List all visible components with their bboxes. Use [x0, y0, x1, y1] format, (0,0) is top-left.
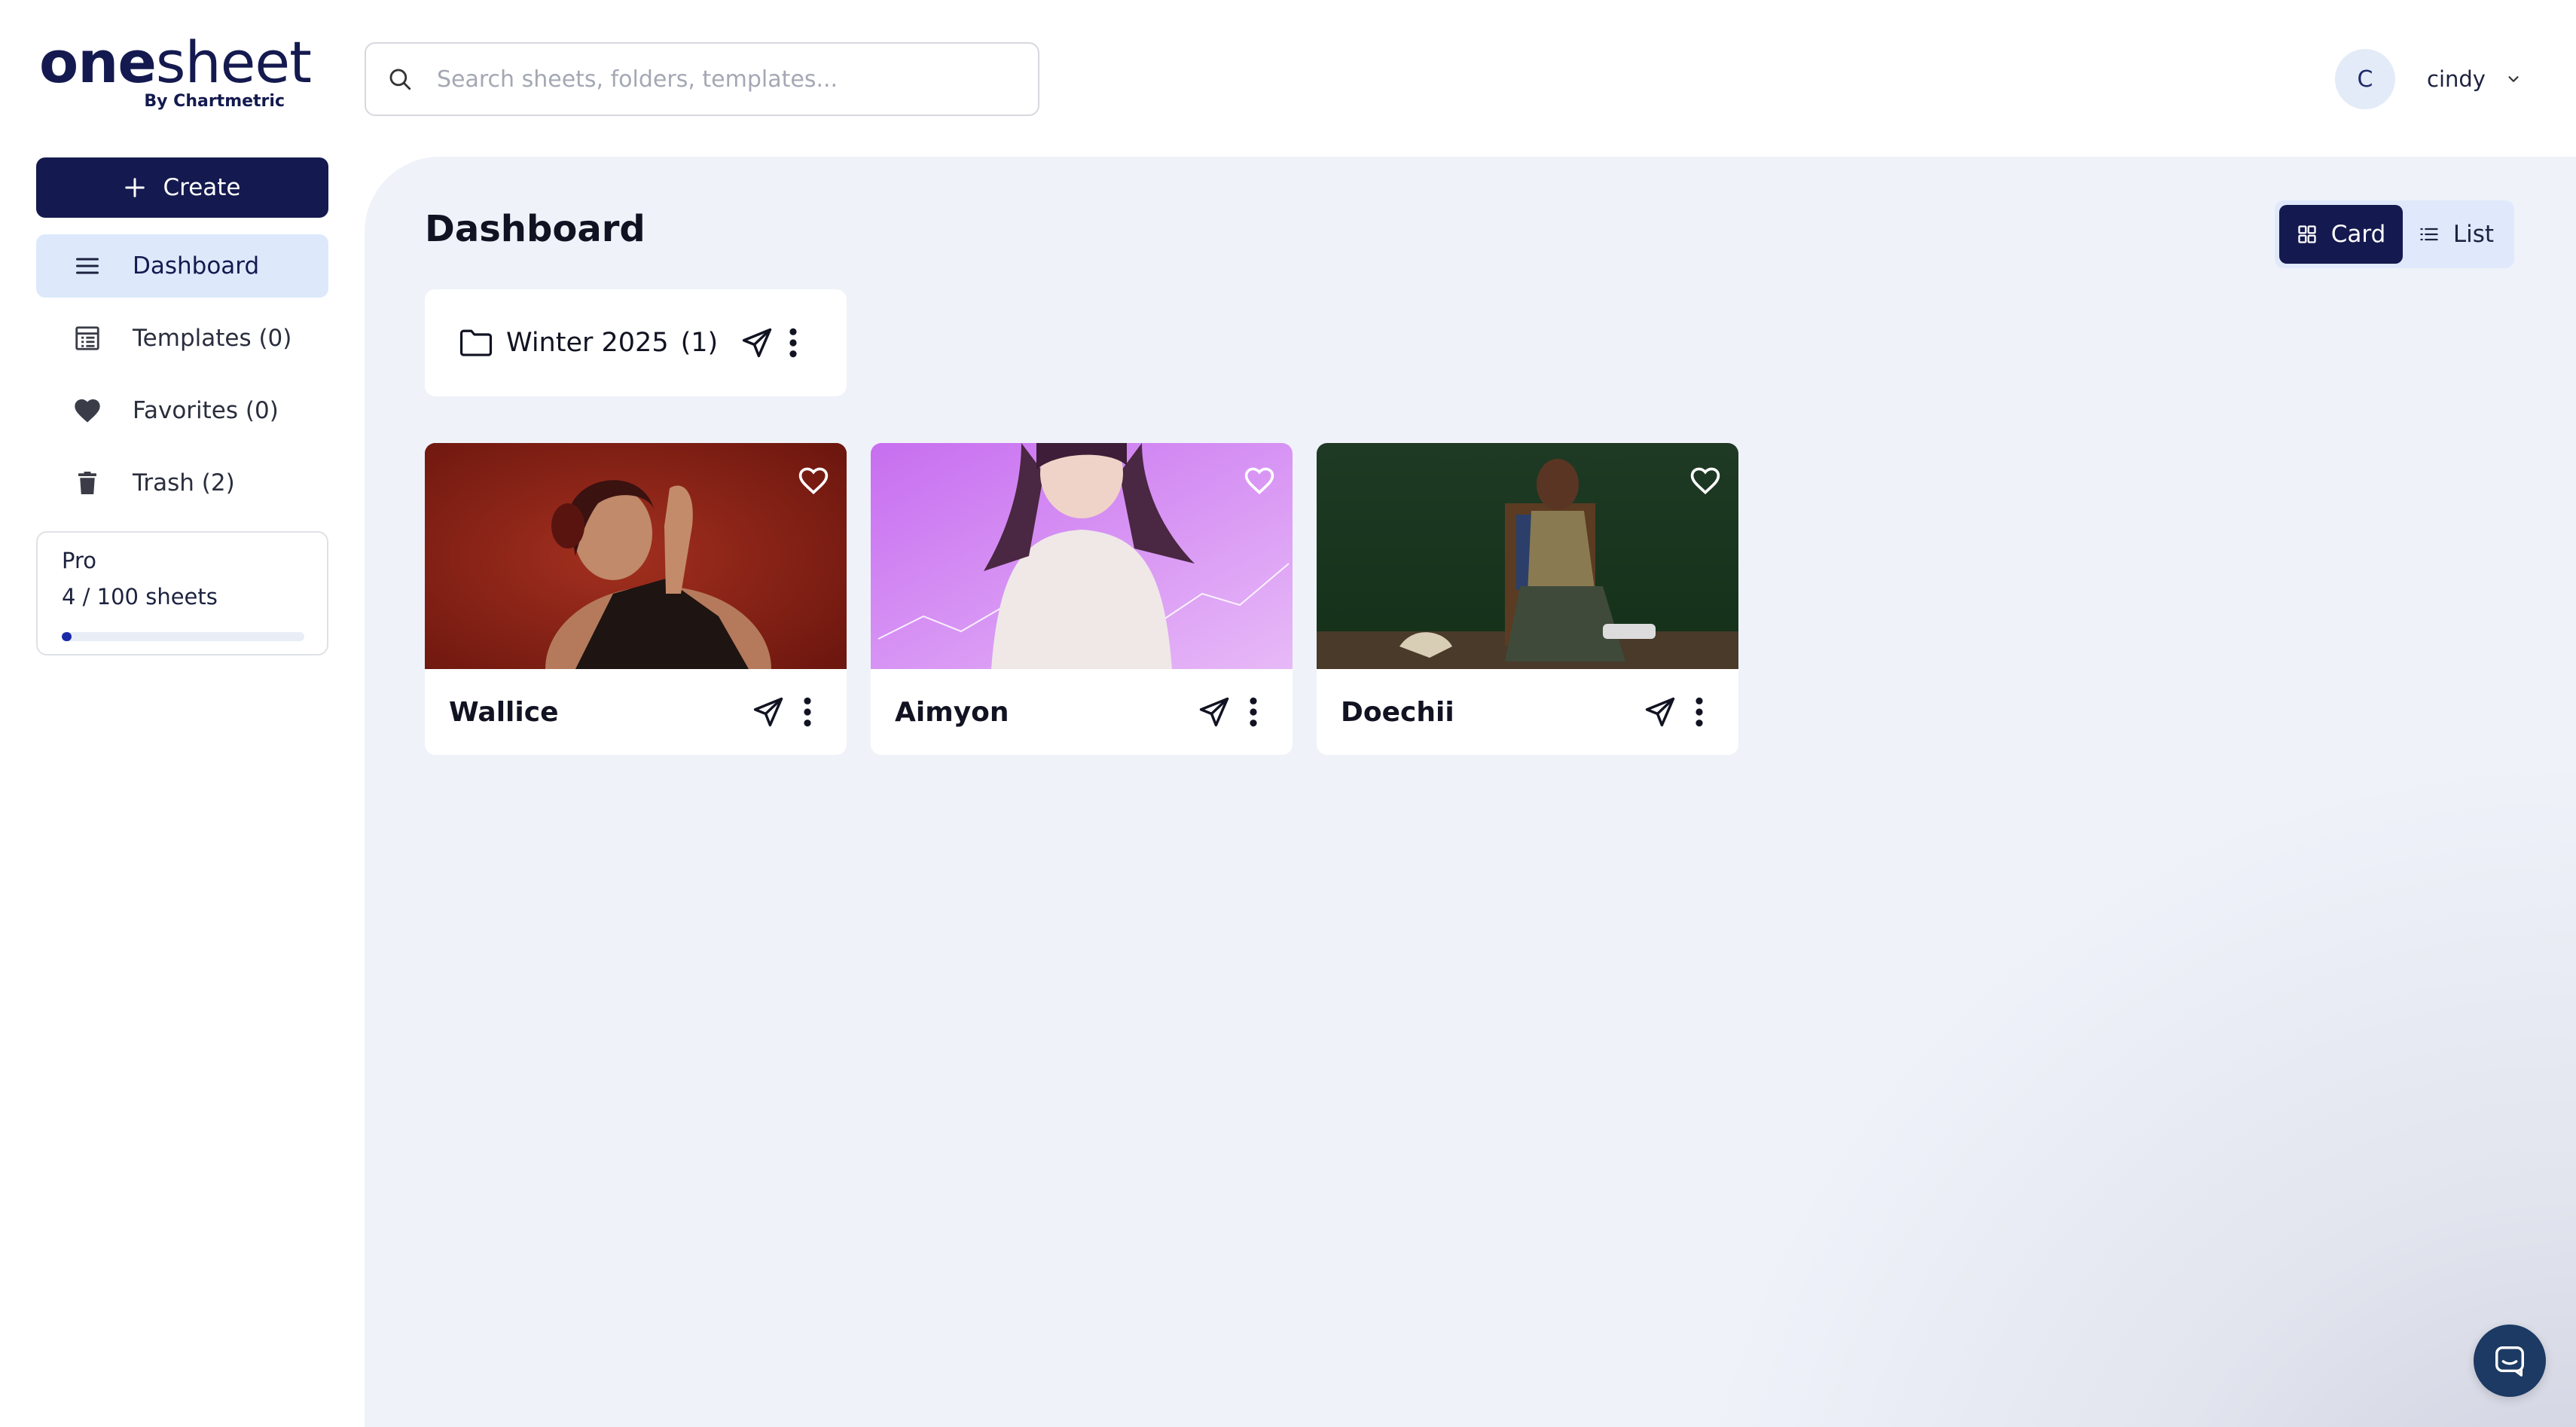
sheet-card[interactable]: Doechii [1317, 443, 1738, 755]
logo-word-bold: one [39, 29, 157, 96]
sidebar-item-favorites[interactable]: Favorites (0) [36, 379, 328, 442]
card-title: Aimyon [895, 696, 1009, 728]
more-options-icon[interactable] [800, 695, 815, 729]
plan-usage-box: Pro 4 / 100 sheets [36, 531, 328, 655]
user-name[interactable]: cindy [2427, 66, 2486, 92]
folder-icon [459, 329, 493, 356]
plan-name: Pro [62, 548, 97, 573]
favorite-heart-icon[interactable] [1243, 464, 1276, 497]
heart-icon [72, 396, 102, 426]
sheet-card[interactable]: Aimyon [871, 443, 1293, 755]
more-options-icon[interactable] [1692, 695, 1707, 729]
search-bar[interactable] [365, 42, 1039, 116]
sidebar-item-label: Dashboard [133, 252, 260, 280]
logo-byline: By Chartmetric [144, 92, 285, 111]
main-content: Dashboard Card List Winter 2025 (1) Wall… [365, 157, 2576, 1427]
list-view-button[interactable]: List [2403, 205, 2510, 264]
card-thumbnail [425, 443, 847, 669]
create-button-label: Create [163, 174, 241, 201]
card-title: Wallice [449, 696, 559, 728]
artist-photo [425, 443, 847, 669]
card-view-button[interactable]: Card [2279, 205, 2403, 264]
sidebar-item-label: Trash (2) [133, 469, 235, 497]
folder-name: Winter 2025 [506, 328, 669, 358]
more-options-icon[interactable] [1246, 695, 1261, 729]
list-view-label: List [2452, 221, 2495, 248]
send-icon[interactable] [1198, 695, 1231, 729]
avatar[interactable]: C [2335, 49, 2395, 109]
sidebar-item-label: Favorites (0) [133, 397, 279, 424]
folder-count: (1) [680, 328, 719, 358]
send-icon[interactable] [740, 326, 774, 359]
search-input[interactable] [437, 57, 1038, 102]
card-footer: Doechii [1317, 669, 1738, 755]
list-icon [2420, 228, 2438, 241]
onesheet-logo[interactable]: onesheet By Chartmetric [39, 29, 312, 113]
trash-icon [72, 468, 102, 498]
app-root: onesheet By Chartmetric C cindy Create D… [0, 0, 2576, 1427]
artist-photo [1317, 443, 1738, 669]
logo-word-light: sheet [155, 29, 312, 96]
favorite-heart-icon[interactable] [1689, 464, 1722, 497]
sidebar-item-trash[interactable]: Trash (2) [36, 451, 328, 515]
chevron-down-icon[interactable] [2505, 71, 2522, 87]
view-toggle: Card List [2275, 200, 2514, 268]
support-chat-button[interactable] [2474, 1325, 2546, 1397]
sidebar-item-templates[interactable]: Templates (0) [36, 307, 328, 370]
template-icon [72, 323, 102, 353]
plan-progress-fill [62, 632, 72, 641]
plan-progress-bar [62, 632, 304, 641]
folder-item[interactable]: Winter 2025 (1) [425, 289, 847, 396]
plus-icon [125, 178, 145, 197]
card-thumbnail [1317, 443, 1738, 669]
card-title: Doechii [1341, 696, 1454, 728]
send-icon[interactable] [752, 695, 785, 729]
chat-icon [2495, 1346, 2524, 1377]
logo-wordmark: onesheet [39, 29, 312, 96]
card-footer: Aimyon [871, 669, 1293, 755]
sidebar-item-dashboard[interactable]: Dashboard [36, 234, 328, 298]
card-view-label: Card [2330, 221, 2386, 248]
more-options-icon[interactable] [786, 326, 801, 359]
sheet-card[interactable]: Wallice [425, 443, 847, 755]
favorite-heart-icon[interactable] [797, 464, 830, 497]
card-thumbnail [871, 443, 1293, 669]
menu-icon [72, 251, 102, 281]
grid-icon [2298, 225, 2316, 243]
search-icon [389, 69, 411, 90]
send-icon[interactable] [1644, 695, 1677, 729]
plan-usage-text: 4 / 100 sheets [62, 584, 218, 610]
page-title: Dashboard [425, 208, 646, 250]
artist-photo [871, 443, 1293, 669]
user-menu[interactable]: C cindy [2335, 48, 2522, 110]
sidebar-item-label: Templates (0) [133, 325, 292, 352]
card-footer: Wallice [425, 669, 847, 755]
create-button[interactable]: Create [36, 157, 328, 218]
